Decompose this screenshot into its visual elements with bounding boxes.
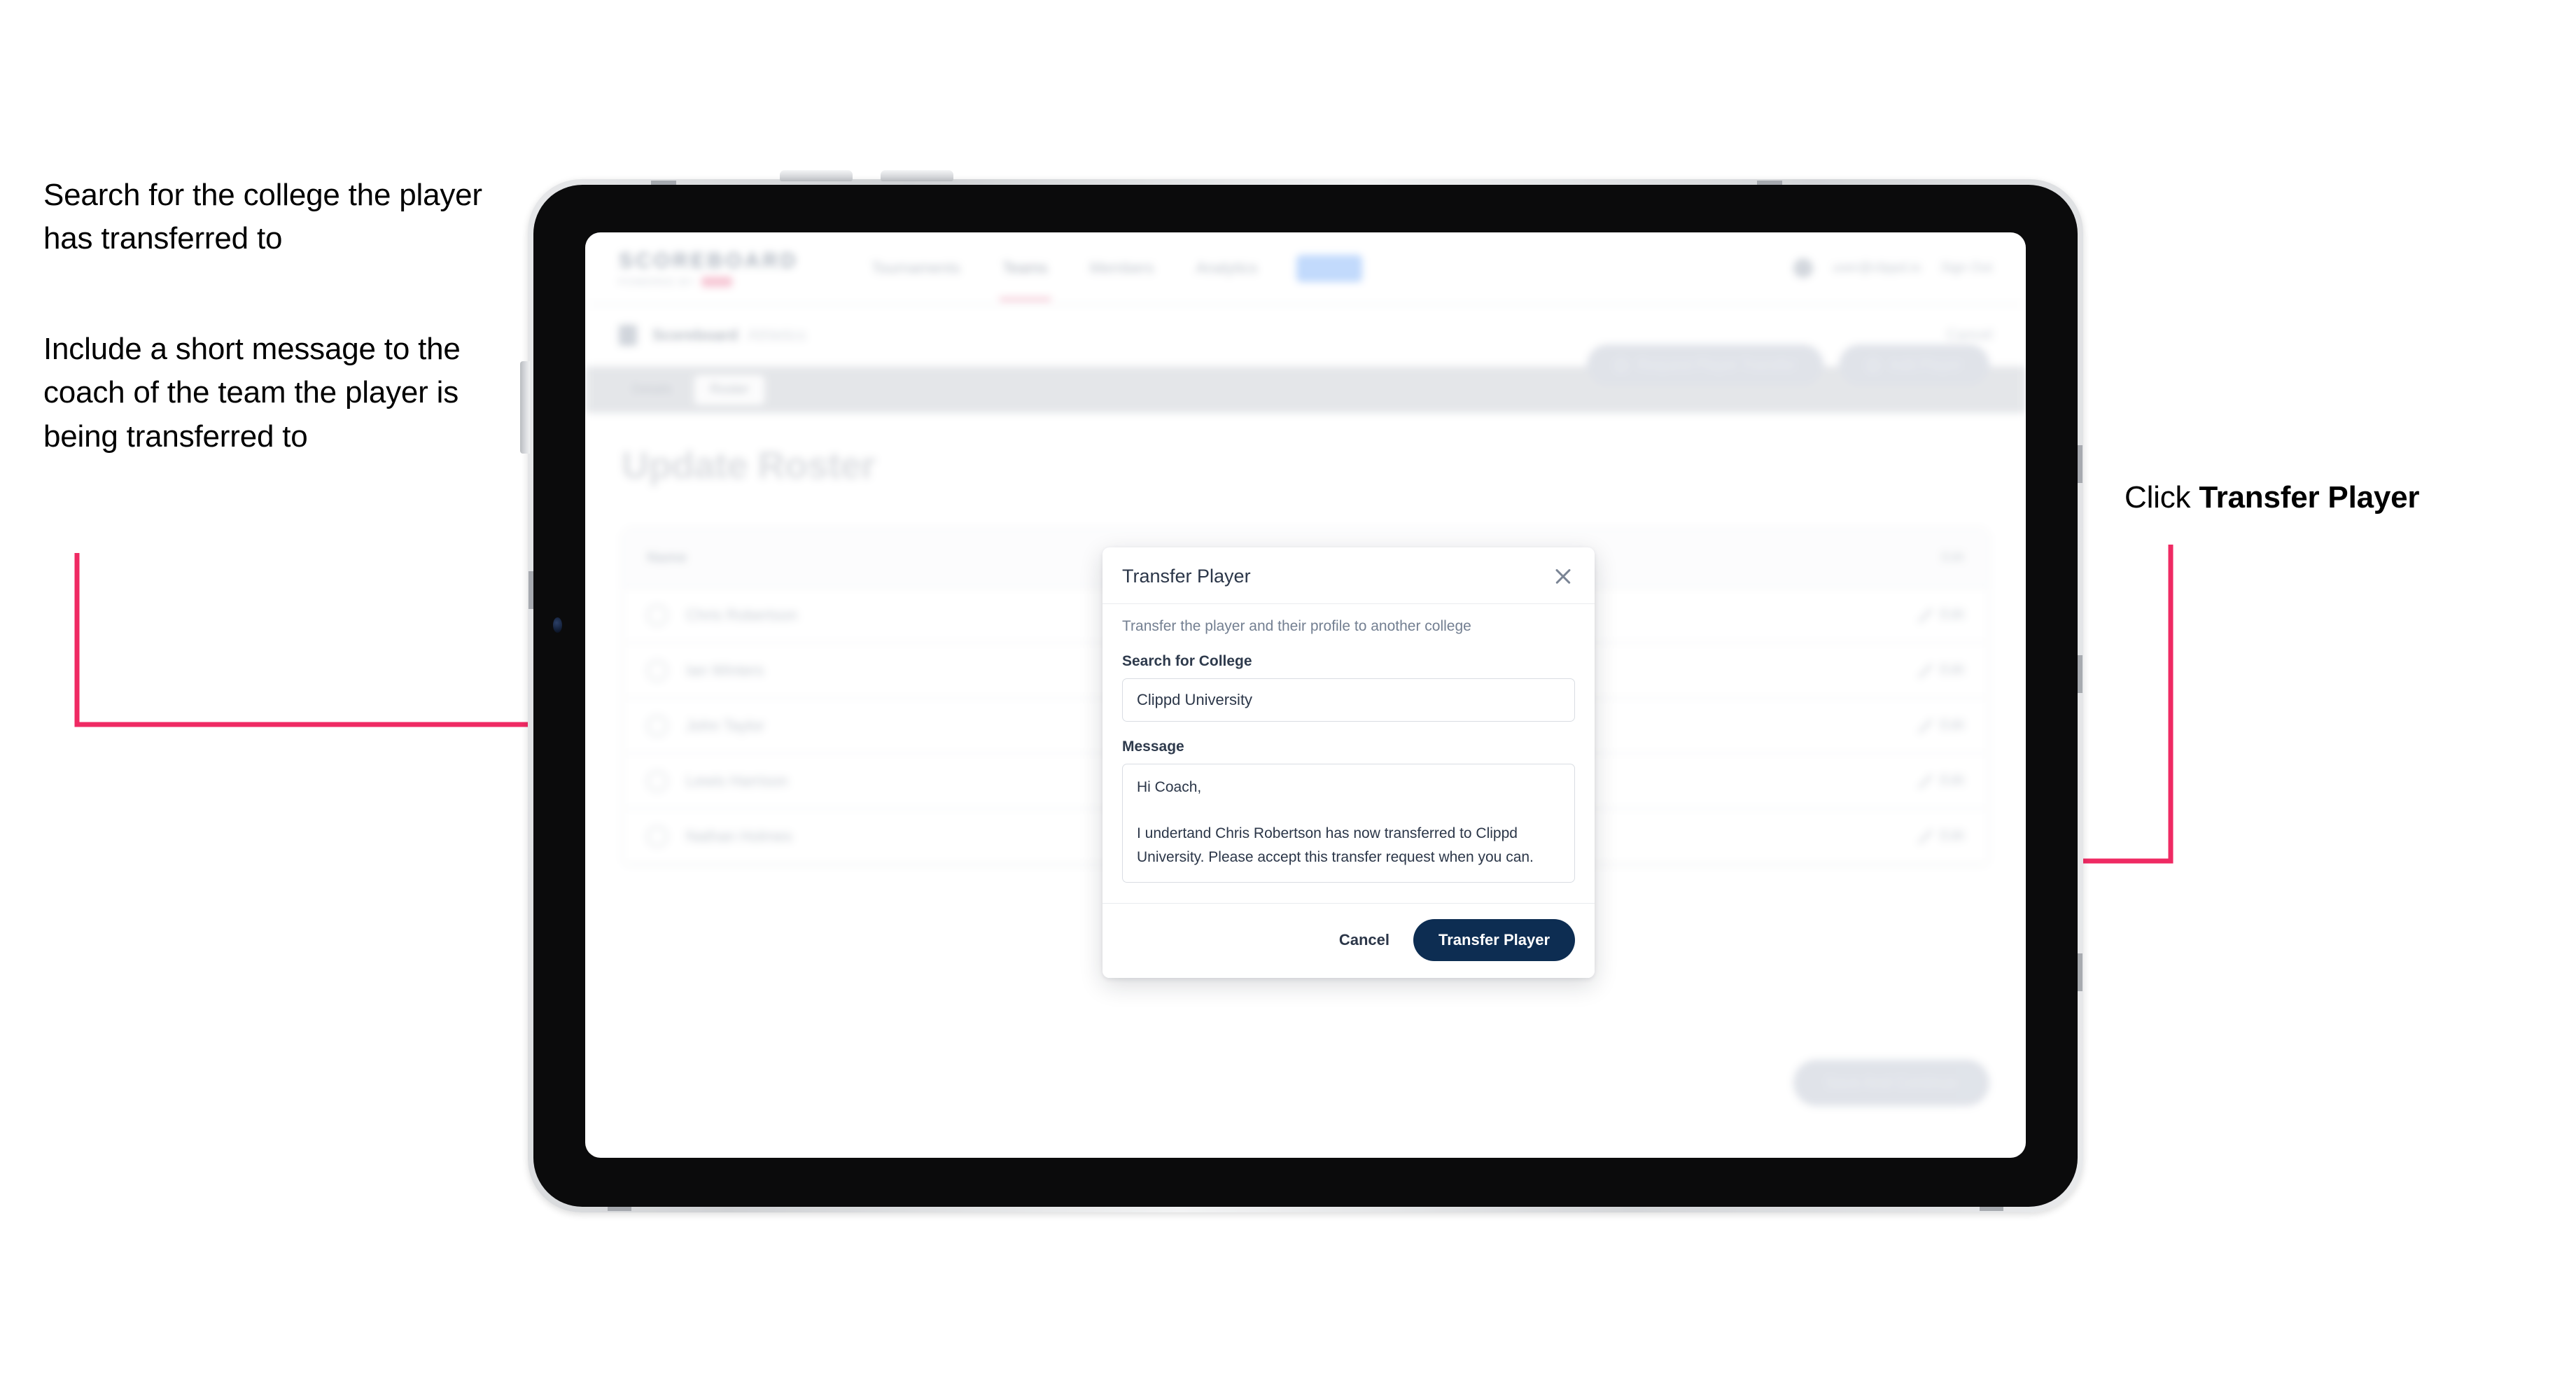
annotation-include-message: Include a short message to the coach of …: [43, 332, 461, 454]
player-name: John Taylor: [686, 716, 765, 734]
breadcrumb-sub: Athletics: [748, 326, 806, 344]
front-camera-icon: [553, 617, 562, 633]
modal-body: Transfer the player and their profile to…: [1102, 604, 1595, 903]
row-checkbox[interactable]: [647, 604, 668, 626]
brand-logo[interactable]: SCOREBOARD POWERED BY: [619, 249, 799, 287]
row-checkbox[interactable]: [647, 659, 668, 681]
modal-title: Transfer Player: [1122, 565, 1251, 587]
annotation-click-bold: Transfer Player: [2199, 480, 2420, 514]
pencil-icon: [1917, 718, 1932, 733]
edit-player-button[interactable]: Edit: [1917, 828, 1964, 844]
nav-item-more[interactable]: More: [1296, 254, 1362, 282]
sign-out-button[interactable]: Sign Out: [1940, 260, 1992, 276]
page-title: Update Roster: [622, 444, 876, 486]
row-checkbox[interactable]: [647, 825, 668, 847]
brand-powered-by: POWERED BY: [619, 276, 695, 287]
transfer-player-modal: Transfer Player Transfer the player and …: [1102, 547, 1595, 978]
brand-name: SCOREBOARD: [619, 249, 799, 272]
edit-player-button[interactable]: Edit: [1917, 718, 1964, 734]
antenna-line-right-1: [2078, 445, 2082, 483]
annotation-click-transfer: Click Transfer Player: [2124, 476, 2558, 519]
volume-up-button[interactable]: [780, 170, 853, 181]
pencil-icon: [1917, 608, 1932, 622]
search-college-label: Search for College: [1122, 653, 1252, 669]
player-name: Chris Robertson: [686, 606, 797, 624]
tablet-device-frame: SCOREBOARD POWERED BY Tournaments Teams …: [520, 170, 2083, 1212]
player-name: Lewis Harrison: [686, 771, 788, 790]
add-player-label: Add Player: [1889, 357, 1961, 373]
player-name: Nathan Holmes: [686, 827, 792, 845]
plus-icon: [1867, 359, 1880, 372]
close-icon[interactable]: [1551, 564, 1575, 588]
request-transfer-label: Request Player Transfer: [1637, 357, 1796, 373]
edit-label: Edit: [1940, 607, 1964, 622]
transfer-player-button[interactable]: Transfer Player: [1413, 919, 1575, 961]
message-label: Message: [1122, 738, 1184, 755]
row-checkbox[interactable]: [647, 715, 668, 736]
add-player-button[interactable]: Add Player: [1839, 344, 1989, 386]
edit-player-button[interactable]: Edit: [1917, 773, 1964, 789]
edit-label: Edit: [1940, 828, 1964, 844]
brand-subline: POWERED BY: [619, 276, 799, 287]
header-right-cluster: user@clippd.io Sign Out: [1793, 258, 1992, 278]
header-user-email: user@clippd.io: [1833, 260, 1921, 275]
breadcrumb-icon: [619, 325, 637, 346]
nav-item-members[interactable]: Members: [1087, 237, 1157, 300]
column-header-name: Name: [647, 550, 687, 566]
edit-label: Edit: [1940, 773, 1964, 788]
edit-player-button[interactable]: Edit: [1917, 662, 1964, 678]
pencil-icon: [1917, 829, 1932, 844]
nav-item-analytics[interactable]: Analytics: [1193, 237, 1260, 300]
modal-footer: Cancel Transfer Player: [1102, 903, 1595, 978]
main-navigation: Tournaments Teams Members Analytics More: [869, 237, 1362, 301]
avatar[interactable]: [1793, 258, 1814, 278]
tab-roster[interactable]: Roster: [694, 375, 765, 405]
nav-item-tournaments[interactable]: Tournaments: [869, 237, 963, 300]
annotation-click-prefix: Click: [2124, 480, 2199, 514]
pencil-icon: [1917, 774, 1932, 788]
cancel-button[interactable]: Cancel: [1324, 921, 1405, 959]
row-checkbox[interactable]: [647, 770, 668, 792]
search-icon: [1614, 359, 1628, 372]
player-name: Ian Winters: [686, 661, 764, 679]
edit-label: Edit: [1940, 662, 1964, 678]
pencil-icon: [1917, 663, 1932, 678]
power-button[interactable]: [520, 361, 530, 454]
annotation-search-college: Search for the college the player has tr…: [43, 178, 482, 256]
search-college-input[interactable]: [1122, 678, 1575, 722]
antenna-line-bottom-right: [1980, 1206, 2003, 1211]
column-header-edit: Edit: [1941, 550, 1964, 565]
modal-description: Transfer the player and their profile to…: [1122, 618, 1471, 634]
brand-accent-pill: [701, 276, 733, 287]
field-spacer: [1122, 722, 1575, 738]
antenna-line-right-2: [2078, 655, 2082, 693]
device-bezel: SCOREBOARD POWERED BY Tournaments Teams …: [533, 185, 2078, 1207]
edit-player-button[interactable]: Edit: [1917, 607, 1964, 623]
antenna-line-right-3: [2078, 953, 2082, 991]
device-screen: SCOREBOARD POWERED BY Tournaments Teams …: [585, 232, 2026, 1158]
antenna-line-left-1: [528, 571, 533, 609]
breadcrumb-main[interactable]: Scoreboard: [652, 326, 738, 344]
save-and-continue-button[interactable]: Save And Continue: [1793, 1060, 1989, 1106]
app-header: SCOREBOARD POWERED BY Tournaments Teams …: [585, 232, 2026, 305]
volume-down-button[interactable]: [881, 170, 953, 181]
breadcrumb-cancel-button[interactable]: Cancel: [1947, 327, 1992, 344]
request-player-transfer-button[interactable]: Request Player Transfer: [1586, 344, 1824, 386]
edit-label: Edit: [1940, 718, 1964, 733]
modal-header: Transfer Player: [1102, 547, 1595, 604]
antenna-line-bottom-left: [608, 1206, 631, 1211]
nav-item-teams[interactable]: Teams: [999, 237, 1051, 301]
message-textarea[interactable]: [1122, 764, 1575, 883]
main-action-buttons: Request Player Transfer Add Player: [1586, 344, 1989, 386]
tab-details[interactable]: Details: [616, 375, 687, 405]
